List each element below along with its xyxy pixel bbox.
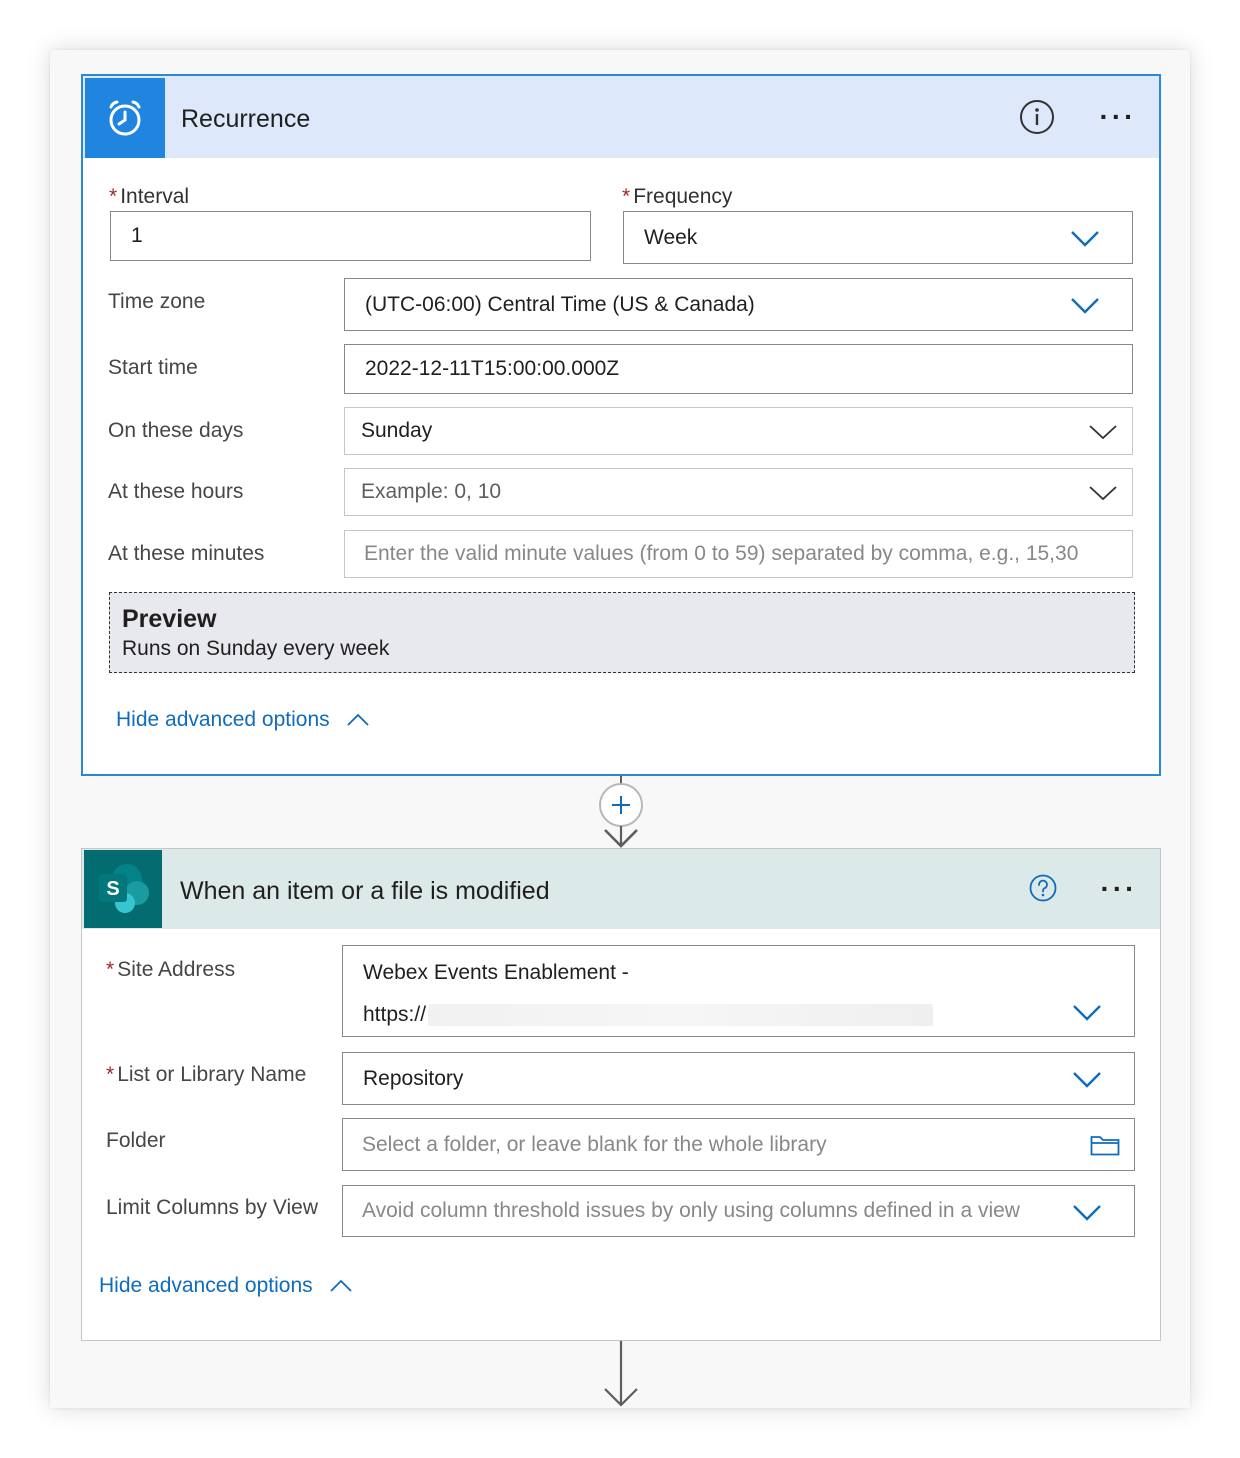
on-these-days-dropdown[interactable]: Sunday (344, 407, 1133, 455)
more-options-icon[interactable]: ··· (1094, 874, 1144, 904)
required-mark: * (106, 1063, 115, 1086)
start-time-label: Start time (108, 356, 198, 379)
add-step-button[interactable] (599, 783, 643, 827)
redacted-url (428, 1004, 934, 1026)
required-mark: * (109, 185, 118, 208)
interval-label-text: Interval (120, 185, 190, 208)
chevron-down-icon[interactable] (1088, 424, 1118, 440)
sharepoint-trigger-card: S When an item or a file is modified ···… (81, 848, 1161, 1341)
at-these-minutes-input[interactable]: Enter the valid minute values (from 0 to… (344, 530, 1133, 578)
info-icon[interactable] (1018, 98, 1056, 136)
site-address-label-text: Site Address (117, 958, 236, 981)
chevron-down-icon[interactable] (1072, 1204, 1102, 1221)
list-name-value: Repository (363, 1066, 464, 1090)
time-zone-dropdown[interactable]: (UTC-06:00) Central Time (US & Canada) (344, 278, 1133, 331)
sharepoint-letter: S (106, 878, 119, 900)
recurrence-preview: Preview Runs on Sunday every week (109, 592, 1135, 673)
interval-label: * Interval (109, 186, 189, 207)
chevron-down-icon[interactable] (1070, 297, 1100, 314)
time-zone-label: Time zone (108, 290, 206, 313)
time-zone-value: (UTC-06:00) Central Time (US & Canada) (365, 292, 755, 316)
help-icon[interactable] (1028, 873, 1058, 903)
chevron-up-icon (330, 1279, 352, 1292)
frequency-value: Week (644, 225, 698, 249)
hide-advanced-label: Hide advanced options (99, 1274, 313, 1297)
recurrence-header[interactable]: Recurrence ··· (83, 76, 1159, 158)
interval-input[interactable]: 1 (110, 211, 591, 261)
at-these-minutes-placeholder: Enter the valid minute values (from 0 to… (364, 542, 1079, 565)
recurrence-title: Recurrence (181, 105, 311, 133)
limit-columns-dropdown[interactable]: Avoid column threshold issues by only us… (342, 1185, 1135, 1237)
list-name-dropdown[interactable]: Repository (342, 1052, 1135, 1105)
arrow-down-icon (604, 826, 638, 848)
at-these-hours-label: At these hours (108, 480, 244, 503)
recurrence-card: Recurrence ··· * Interval 1 * Frequency We… (81, 74, 1161, 776)
chevron-down-icon[interactable] (1072, 1004, 1102, 1021)
limit-columns-placeholder: Avoid column threshold issues by only us… (362, 1199, 1020, 1222)
start-time-input[interactable]: 2022-12-11T15:00:00.000Z (344, 344, 1133, 394)
folder-label: Folder (106, 1129, 166, 1152)
trigger-title: When an item or a file is modified (180, 877, 550, 905)
start-time-value: 2022-12-11T15:00:00.000Z (365, 357, 620, 380)
required-mark: * (622, 185, 631, 208)
hide-advanced-options-link[interactable]: Hide advanced options (116, 708, 370, 732)
frequency-label-text: Frequency (633, 185, 733, 208)
chevron-down-icon[interactable] (1088, 485, 1118, 501)
site-address-dropdown[interactable]: Webex Events Enablement - https:// (342, 945, 1135, 1037)
list-name-label-text: List or Library Name (117, 1063, 307, 1086)
preview-title: Preview (122, 605, 217, 633)
at-these-minutes-label: At these minutes (108, 542, 265, 565)
interval-value: 1 (131, 224, 143, 247)
sharepoint-icon-box: S (84, 850, 162, 928)
required-mark: * (106, 958, 115, 981)
at-these-hours-dropdown[interactable]: Example: 0, 10 (344, 468, 1133, 516)
chevron-down-icon[interactable] (1070, 230, 1100, 247)
trigger-header[interactable]: S When an item or a file is modified ··· (82, 849, 1160, 929)
frequency-label: * Frequency (622, 186, 732, 207)
recurrence-icon-box (85, 78, 165, 158)
site-address-label: * Site Address (106, 959, 235, 980)
folder-placeholder: Select a folder, or leave blank for the … (362, 1132, 827, 1156)
sharepoint-icon: S (99, 864, 149, 913)
on-these-days-label: On these days (108, 419, 244, 442)
frequency-dropdown[interactable]: Week (623, 211, 1133, 264)
arrow-down-icon (604, 1341, 638, 1407)
on-these-days-value: Sunday (361, 419, 433, 442)
chevron-down-icon[interactable] (1072, 1071, 1102, 1088)
limit-columns-label: Limit Columns by View (106, 1196, 319, 1219)
more-options-icon[interactable]: ··· (1093, 102, 1143, 132)
site-address-url: https:// (363, 1003, 427, 1026)
folder-icon[interactable] (1090, 1134, 1120, 1156)
plus-icon (612, 796, 630, 814)
folder-input[interactable]: Select a folder, or leave blank for the … (342, 1118, 1135, 1171)
at-these-hours-placeholder: Example: 0, 10 (361, 480, 502, 503)
hide-advanced-options-link[interactable]: Hide advanced options (99, 1274, 353, 1298)
alarm-clock-icon (109, 100, 141, 136)
site-address-line1: Webex Events Enablement - (363, 961, 629, 984)
list-name-label: * List or Library Name (106, 1064, 306, 1085)
preview-text: Runs on Sunday every week (122, 637, 390, 660)
site-address-line2: https:// (363, 1003, 934, 1027)
chevron-up-icon (347, 713, 369, 726)
hide-advanced-label: Hide advanced options (116, 708, 330, 731)
